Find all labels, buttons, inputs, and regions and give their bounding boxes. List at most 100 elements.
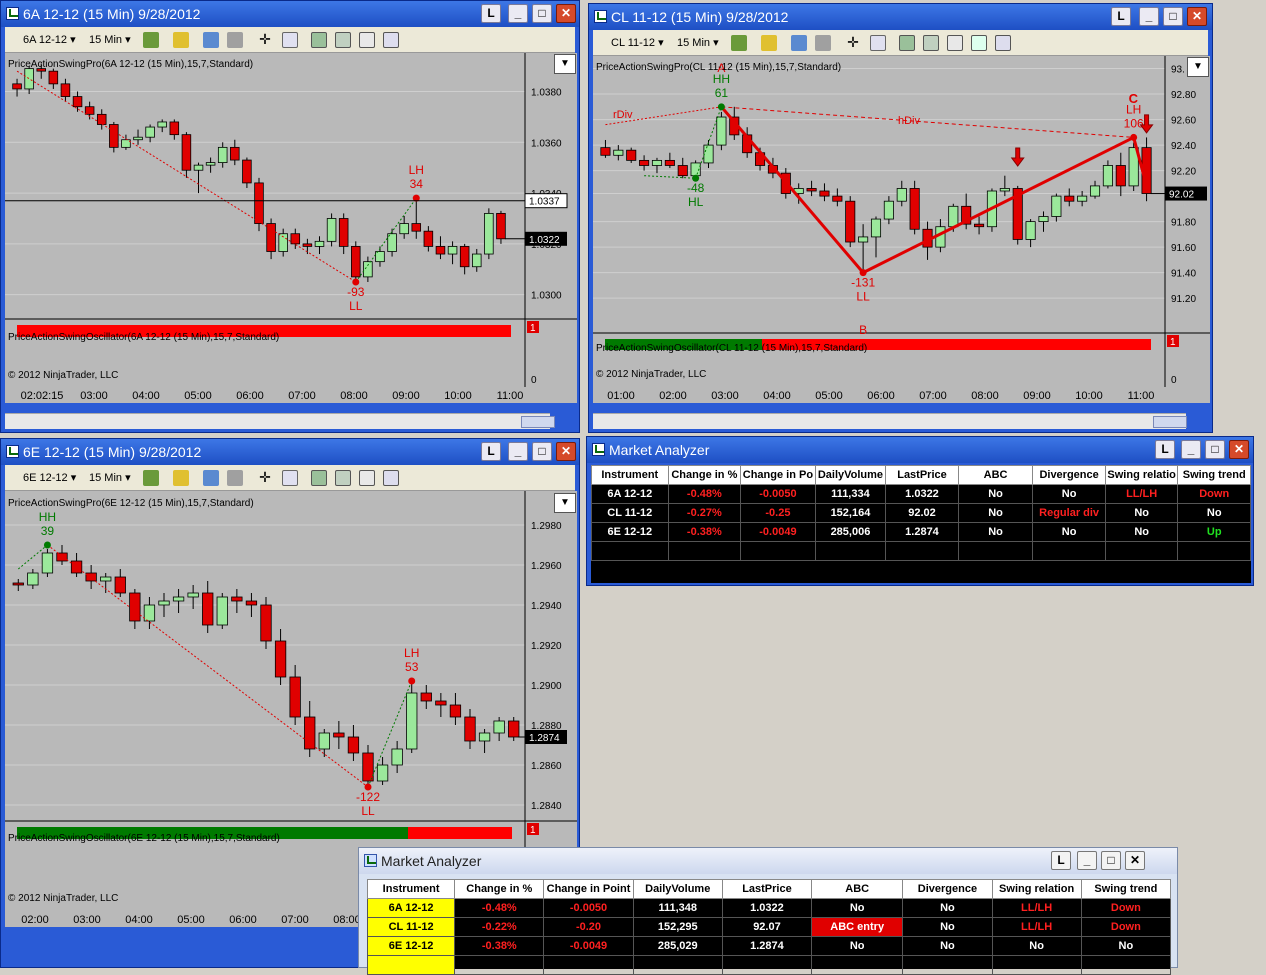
period-selector[interactable]: 15 Min ▾ [673,34,723,52]
link-button[interactable]: L [1111,7,1131,26]
price-panel[interactable]: 1.03801.03601.03401.03201.0300LH34-93LL1… [5,53,577,387]
table-row[interactable]: CL 11-12 -0.22% -0.20 152,295 92.07 ABC entry… [366,917,1172,937]
market-analyzer-window-2[interactable]: Market Analyzer L _ □ ✕ Instrument Change… [358,847,1178,975]
maximize-button[interactable]: □ [532,442,552,461]
data-box-icon[interactable] [995,35,1011,51]
panel-menu-button[interactable]: ▼ [1187,57,1209,77]
market-analyzer-titlebar[interactable]: Market Analyzer [587,437,1253,463]
column-header[interactable]: Swing trend [1080,879,1172,899]
price-panel[interactable]: 93. 92.80 92.60 92.40 92.20 92.02 91.80 91.60 91… [593,56,1210,387]
bar-type-icon[interactable] [143,470,159,486]
remove-drawings-icon[interactable] [227,470,243,486]
minimize-button[interactable]: _ [1181,440,1201,459]
market-analyzer-grid[interactable]: Instrument Change in % Change in Po DailyVo… [591,465,1251,583]
table-row[interactable]: 6A 12-12 -0.48% -0.0050 111,334 1.0322 No No LL… [591,484,1251,504]
column-header[interactable]: Change in % [454,879,545,899]
zoom-icon[interactable] [282,32,298,48]
column-header[interactable]: Change in % [667,465,742,485]
bar-type-icon[interactable] [731,35,747,51]
column-header[interactable]: Swing trend [1177,465,1251,485]
minimize-button[interactable]: _ [1077,851,1097,870]
zoom-icon[interactable] [282,470,298,486]
instrument-selector[interactable]: 6E 12-12 ▾ [19,469,80,487]
link-button[interactable]: L [481,442,501,461]
period-selector[interactable]: 15 Min ▾ [85,469,135,487]
data-box-icon[interactable] [383,470,399,486]
properties-icon[interactable] [899,35,915,51]
panel-menu-button[interactable]: ▼ [554,493,576,513]
column-header[interactable]: Change in Po [740,465,816,485]
column-header[interactable]: ABC [811,879,904,899]
strategies-icon[interactable] [947,35,963,51]
market-analyzer-window[interactable]: Market Analyzer L _ □ ✕ Instrument Change… [586,436,1254,586]
crosshair-icon[interactable]: ✛ [257,32,273,48]
column-header[interactable]: LastPrice [885,465,959,485]
table-row[interactable]: 6A 12-12 -0.48% -0.0050 111,348 1.0322 No No LL… [366,898,1172,918]
column-header[interactable]: LastPrice [721,879,813,899]
column-header[interactable]: Change in Point [543,879,634,899]
minimize-button[interactable]: _ [508,442,528,461]
draw-pencil-icon[interactable] [761,35,777,51]
column-header[interactable]: Divergence [1032,465,1106,485]
indicators-icon[interactable] [923,35,939,51]
draw-pencil-icon[interactable] [173,470,189,486]
table-cell: 6E 12-12 [591,522,669,542]
market-analyzer-table[interactable]: Instrument Change in % Change in Point Dail… [366,879,1172,975]
column-header[interactable]: DailyVolume [814,465,887,485]
market-analyzer-table[interactable]: Instrument Change in % Change in Po DailyVo… [591,465,1251,561]
close-button[interactable]: ✕ [556,442,576,461]
minimize-button[interactable]: _ [508,4,528,23]
close-button[interactable]: ✕ [1125,851,1145,870]
indicators-icon[interactable] [335,32,351,48]
horizontal-scrollbar[interactable] [593,413,1187,429]
table-row[interactable]: 6E 12-12 -0.38% -0.0049 285,029 1.2874 No No No… [366,936,1172,956]
maximize-button[interactable]: □ [532,4,552,23]
zoom-icon[interactable] [870,35,886,51]
dollar-icon[interactable] [971,35,987,51]
data-box-icon[interactable] [383,32,399,48]
link-button[interactable]: L [1051,851,1071,870]
indicators-icon[interactable] [335,470,351,486]
drawing-tools-icon[interactable] [791,35,807,51]
bar-type-icon[interactable] [143,32,159,48]
instrument-selector[interactable]: 6A 12-12 ▾ [19,31,80,49]
maximize-button[interactable]: □ [1163,7,1183,26]
strategies-icon[interactable] [359,470,375,486]
strategies-icon[interactable] [359,32,375,48]
drawing-tools-icon[interactable] [203,470,219,486]
scrollbar-thumb[interactable] [1153,416,1187,428]
period-selector[interactable]: 15 Min ▾ [85,31,135,49]
column-header[interactable]: ABC [957,465,1034,485]
instrument-selector[interactable]: CL 11-12 ▾ [607,34,668,52]
minimize-button[interactable]: _ [1139,7,1159,26]
chart-window-cl[interactable]: CL 11-12 (15 Min) 9/28/2012 L _ □ ✕ CL 1… [588,3,1213,433]
horizontal-scrollbar[interactable] [5,413,555,429]
column-header[interactable]: Swing relation [991,879,1082,899]
link-button[interactable]: L [481,4,501,23]
maximize-button[interactable]: □ [1205,440,1225,459]
maximize-button[interactable]: □ [1101,851,1121,870]
draw-pencil-icon[interactable] [173,32,189,48]
scrollbar-thumb[interactable] [521,416,555,428]
column-header[interactable]: Instrument [591,465,669,485]
remove-drawings-icon[interactable] [227,32,243,48]
column-header[interactable]: Divergence [902,879,993,899]
close-button[interactable]: ✕ [1229,440,1249,459]
crosshair-icon[interactable]: ✛ [257,470,273,486]
properties-icon[interactable] [311,32,327,48]
table-row[interactable]: 6E 12-12 -0.38% -0.0049 285,006 1.2874 No No No… [591,522,1251,542]
properties-icon[interactable] [311,470,327,486]
close-button[interactable]: ✕ [556,4,576,23]
panel-menu-button[interactable]: ▼ [554,54,576,74]
column-header[interactable]: Swing relatio [1104,465,1179,485]
column-header[interactable]: Instrument [366,879,456,899]
crosshair-icon[interactable]: ✛ [845,35,861,51]
drawing-tools-icon[interactable] [203,32,219,48]
column-header[interactable]: DailyVolume [632,879,723,899]
link-button[interactable]: L [1155,440,1175,459]
close-button[interactable]: ✕ [1187,7,1207,26]
table-row[interactable]: CL 11-12 -0.27% -0.25 152,164 92.02 No Regular… [591,503,1251,523]
remove-drawings-icon[interactable] [815,35,831,51]
market-analyzer-grid[interactable]: Instrument Change in % Change in Point Dail… [366,879,1172,975]
chart-window-6a[interactable]: 6A 12-12 (15 Min) 9/28/2012 L _ □ ✕ 6A 1… [0,0,580,433]
